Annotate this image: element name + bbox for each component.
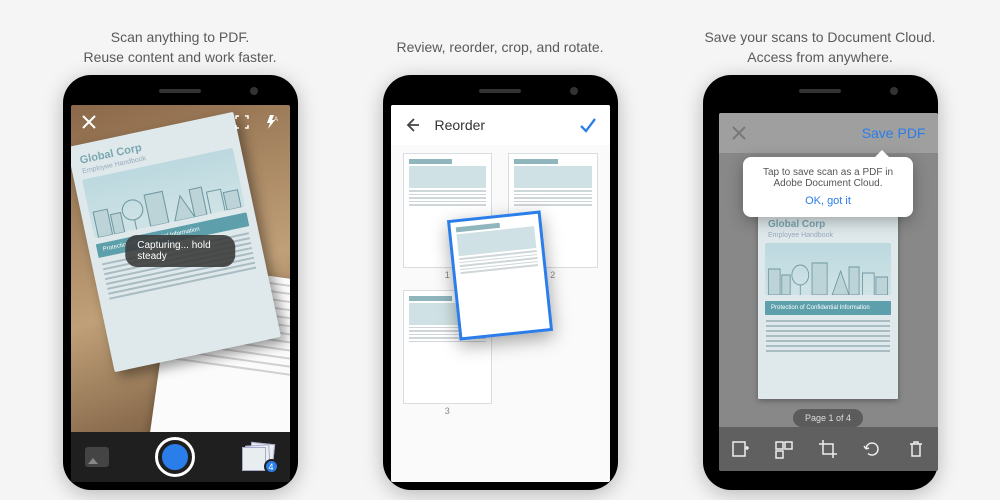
- page-count-badge: 4: [264, 459, 279, 474]
- save-toolbar: Save PDF: [719, 113, 938, 153]
- popover-text: Tap to save scan as a PDF in Adobe Docum…: [755, 167, 901, 189]
- caption: Scan anything to PDF. Reuse content and …: [84, 20, 277, 75]
- document-subtitle: Employee Handbook: [758, 232, 898, 243]
- page-indicator: Page 1 of 4: [793, 409, 863, 427]
- save-screen: Save PDF Tap to save scan as a PDF in Ad…: [719, 113, 938, 471]
- back-icon[interactable]: [403, 116, 421, 134]
- marketing-panel-save: Save your scans to Document Cloud. Acces…: [670, 20, 970, 490]
- reorder-icon[interactable]: [773, 438, 795, 460]
- page-preview[interactable]: Global Corp Employee Handbook: [758, 209, 898, 399]
- save-body: Tap to save scan as a PDF in Adobe Docum…: [719, 153, 938, 427]
- phone-frame: Reorder 1 2 3: [383, 75, 618, 490]
- close-icon[interactable]: [81, 114, 97, 130]
- page-grid: 1 2 3: [391, 145, 610, 482]
- close-icon[interactable]: [731, 125, 747, 141]
- page-label: 3: [403, 406, 493, 416]
- marketing-panel-reorder: Review, reorder, crop, and rotate. Reord…: [350, 20, 650, 490]
- gallery-button[interactable]: [85, 447, 109, 467]
- document-band: Protection of Confidential Information: [765, 301, 891, 315]
- phone-frame: Global Corp Employee Handbook: [63, 75, 298, 490]
- edit-toolbar: [719, 427, 938, 471]
- camera-viewfinder: Global Corp Employee Handbook: [71, 105, 290, 432]
- save-popover: Tap to save scan as a PDF in Adobe Docum…: [743, 157, 913, 217]
- caption: Save your scans to Document Cloud. Acces…: [704, 20, 935, 75]
- reorder-toolbar: Reorder: [391, 105, 610, 145]
- marketing-panel-scan: Scan anything to PDF. Reuse content and …: [30, 20, 330, 490]
- scan-screen: Global Corp Employee Handbook: [71, 105, 290, 482]
- svg-text:A: A: [274, 117, 278, 123]
- page-stack-button[interactable]: 4: [242, 443, 276, 471]
- dragging-page[interactable]: [446, 210, 552, 340]
- camera-toolbar: 4: [71, 432, 290, 482]
- shutter-button[interactable]: [155, 437, 195, 477]
- save-pdf-button[interactable]: Save PDF: [862, 125, 926, 141]
- delete-icon[interactable]: [905, 438, 927, 460]
- reorder-screen: Reorder 1 2 3: [391, 105, 610, 482]
- confirm-icon[interactable]: [578, 115, 598, 135]
- capture-toast: Capturing... hold steady: [125, 235, 235, 267]
- rotate-icon[interactable]: [861, 438, 883, 460]
- add-page-icon[interactable]: [729, 438, 751, 460]
- reorder-title: Reorder: [435, 117, 486, 133]
- caption: Review, reorder, crop, and rotate.: [397, 20, 604, 75]
- phone-frame: Save PDF Tap to save scan as a PDF in Ad…: [703, 75, 938, 490]
- fullscreen-icon[interactable]: [234, 114, 250, 130]
- flash-auto-icon[interactable]: A: [264, 114, 280, 130]
- crop-icon[interactable]: [817, 438, 839, 460]
- popover-ok-button[interactable]: OK, got it: [755, 195, 901, 207]
